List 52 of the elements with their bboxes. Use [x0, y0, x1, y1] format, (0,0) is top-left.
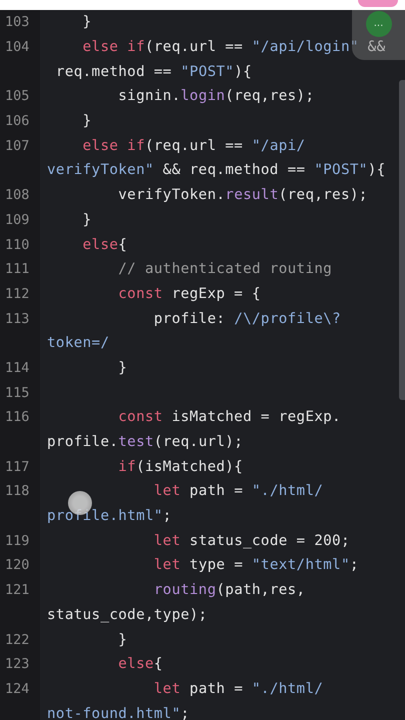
code-line: const isMatched = regExp. — [117, 408, 341, 426]
line-number: 123 — [5, 656, 30, 672]
code-line: profile: /\/profile\? — [152, 310, 341, 328]
scrollbar[interactable] — [399, 80, 405, 400]
code-line: token=/ — [47, 334, 110, 352]
code-line: routing(path,res, — [152, 581, 306, 600]
code-line: } — [117, 358, 128, 377]
line-number: 112 — [5, 286, 30, 302]
line-number: 118 — [5, 483, 30, 500]
line-number: 117 — [5, 458, 30, 475]
code-line: const regExp = { — [117, 284, 261, 303]
code-line: profile.html"; — [47, 507, 172, 526]
line-number: 109 — [5, 212, 30, 228]
line-number: 114 — [5, 360, 30, 376]
line-number: 121 — [5, 582, 30, 598]
line-number: 110 — [5, 236, 30, 253]
line-number: 124 — [5, 680, 30, 697]
code-line: signin.login(req,res); — [117, 87, 314, 106]
code-line: else if(req.url == "/api/ — [82, 136, 306, 155]
code-line: req.method == "POST"){ — [54, 62, 252, 81]
code-line: } — [82, 13, 92, 32]
code-line: let path = "./html/ — [152, 482, 324, 500]
line-number: 107 — [5, 138, 30, 154]
code-line: } — [117, 630, 128, 649]
line-number: 108 — [5, 187, 30, 204]
code-line: // authenticated routing — [117, 260, 332, 278]
line-number: 119 — [5, 532, 30, 549]
code-line: } — [82, 112, 92, 130]
code-line: verifyToken" && req.method == "POST"){ — [47, 161, 386, 180]
code-line: else{ — [117, 655, 163, 674]
line-number: 103 — [5, 14, 30, 30]
code-line: profile.test(req.url); — [47, 433, 243, 452]
code-line: else if(req.url == "/api/login" && — [82, 38, 386, 56]
line-number: 111 — [5, 261, 30, 278]
code-line: if(isMatched){ — [117, 458, 243, 476]
code-line: let status_code = 200; — [152, 532, 350, 550]
line-number: 116 — [5, 409, 30, 426]
code-line: not-found.html"; — [47, 704, 190, 720]
line-number: 113 — [5, 310, 30, 327]
code-line: } — [82, 210, 92, 229]
line-number: 122 — [5, 632, 30, 648]
line-number: 115 — [5, 384, 30, 401]
code-line: verifyToken.result(req,res); — [117, 186, 368, 204]
tab-handle[interactable] — [358, 0, 398, 7]
code-line: let path = "./html/ — [152, 680, 324, 698]
code-line: status_code,type); — [47, 606, 208, 624]
code-line: else{ — [82, 236, 128, 254]
line-number: 120 — [5, 557, 30, 574]
code-line: let type = "text/html"; — [152, 556, 359, 574]
line-number: 106 — [5, 113, 30, 130]
line-number: 104 — [5, 39, 30, 56]
line-number: 105 — [5, 88, 30, 104]
